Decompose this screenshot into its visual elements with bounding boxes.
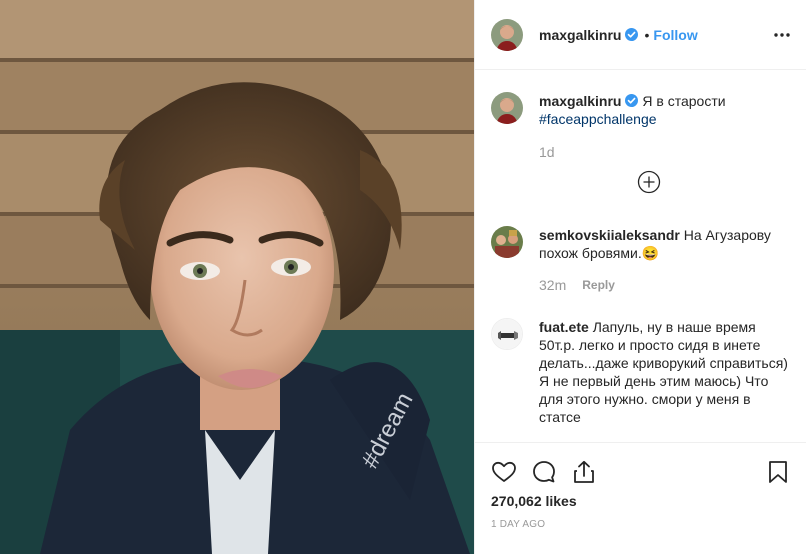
comment-body: semkovskiialeksandr На Агузарову похож б… (539, 226, 789, 262)
commenter-avatar[interactable] (491, 318, 523, 350)
caption-text: Я в старости (642, 93, 726, 109)
caption-hashtag[interactable]: #faceappchallenge (539, 110, 789, 128)
post-date[interactable]: 1 DAY AGO (491, 519, 545, 530)
separator-dot: • (644, 26, 650, 43)
bookmark-icon[interactable] (765, 459, 791, 485)
caption-author-avatar[interactable] (491, 92, 523, 124)
author-username[interactable]: maxgalkinru (539, 27, 621, 43)
comment-time[interactable]: 32m (539, 277, 566, 293)
comment-item: fuat.ete Лапуль, ну в наше время 50т.р. … (491, 318, 791, 428)
reply-button[interactable]: Reply (582, 278, 615, 292)
caption-text-block: maxgalkinru Я в старости #faceappchallen… (539, 92, 789, 128)
comment-item: semkovskiialeksandr На Агузарову похож б… (491, 226, 791, 296)
verified-badge-icon (625, 28, 639, 41)
comment-icon[interactable] (531, 459, 557, 485)
author-avatar[interactable] (491, 18, 523, 51)
selfie-image: #dream (0, 0, 474, 554)
share-icon[interactable] (571, 459, 597, 485)
post-header: maxgalkinru • Follow (475, 0, 806, 70)
verified-badge-icon (625, 94, 639, 107)
follow-button[interactable]: Follow (653, 27, 697, 43)
commenter-avatar[interactable] (491, 226, 523, 258)
comment-body: fuat.ete Лапуль, ну в наше время 50т.р. … (539, 318, 789, 426)
instagram-post: #dream maxgalkinru • Follow maxgalkinru … (0, 0, 806, 554)
post-side-panel: maxgalkinru • Follow maxgalkinru Я в ста… (474, 0, 806, 554)
comment-meta: 32m Reply (539, 277, 615, 293)
load-more-plus-icon[interactable] (637, 170, 661, 194)
post-actions-section: 270,062 likes 1 DAY AGO (475, 442, 806, 554)
likes-count[interactable]: 270,062 likes (491, 493, 577, 509)
heart-icon[interactable] (491, 459, 517, 485)
caption-username[interactable]: maxgalkinru (539, 93, 621, 109)
post-photo[interactable]: #dream (0, 0, 474, 554)
more-options-icon[interactable] (772, 25, 792, 45)
caption-time[interactable]: 1d (539, 144, 555, 160)
commenter-username[interactable]: fuat.ete (539, 319, 589, 335)
commenter-username[interactable]: semkovskiialeksandr (539, 227, 680, 243)
